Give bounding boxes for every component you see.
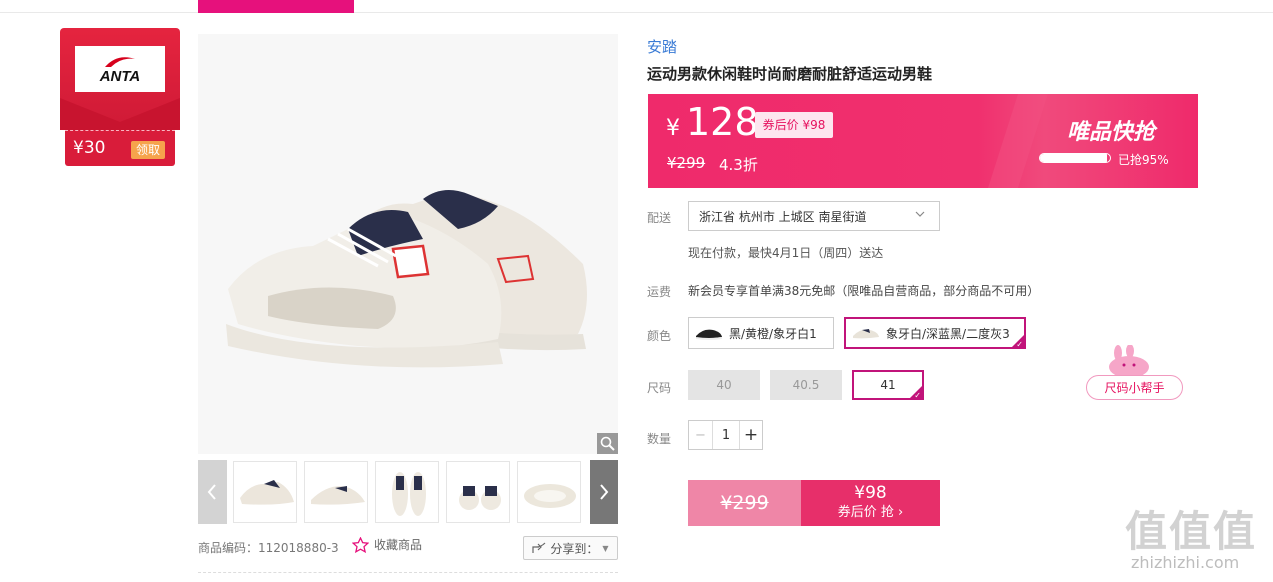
after-coupon-tag: 券后价 ¥98 <box>755 112 833 138</box>
buy-original-price: ¥299 <box>688 480 801 526</box>
coupon-header: ANTA <box>60 28 180 130</box>
thumbnail-2[interactable] <box>304 461 368 523</box>
grab-progress-bar <box>1039 153 1111 163</box>
size-option-40[interactable]: 40 <box>688 370 760 400</box>
coupon-amount: ¥30 <box>73 138 106 158</box>
sneaker-image <box>198 34 618 454</box>
size-option-41[interactable]: 41 ✓ <box>852 370 924 400</box>
quantity-value[interactable]: 1 <box>713 421 739 449</box>
thumbnail-4[interactable] <box>446 461 510 523</box>
buy-button[interactable]: ¥299 ¥98 券后价 抢 › <box>688 480 940 526</box>
active-nav-tab[interactable] <box>198 0 354 13</box>
share-label: 分享到： <box>550 541 599 556</box>
product-sku: 商品编码：112018880-3 <box>198 541 339 555</box>
gallery-divider <box>198 572 618 573</box>
color-option-ivory[interactable]: 象牙白/深蓝黑/二度灰3 ✓ <box>844 317 1026 349</box>
zoom-icon[interactable] <box>597 433 618 454</box>
size-helper-button[interactable]: 尺码小帮手 <box>1086 375 1183 400</box>
chevron-left-icon <box>207 484 216 500</box>
color-swatch-ivory <box>853 329 879 339</box>
product-main-image[interactable] <box>198 34 618 454</box>
quantity-decrease-button[interactable]: − <box>689 421 713 449</box>
thumbnail-1[interactable] <box>233 461 297 523</box>
original-price: ¥299 <box>667 154 706 172</box>
size-label: 尺码 <box>647 381 672 395</box>
share-icon <box>532 542 546 553</box>
thumbnail-5[interactable] <box>517 461 581 523</box>
quantity-stepper[interactable]: − 1 + <box>688 420 763 450</box>
color-option-label: 黑/黄橙/象牙白1 <box>729 326 817 341</box>
brand-link[interactable]: 安踏 <box>647 36 677 57</box>
thumb-next-button[interactable] <box>590 460 618 524</box>
color-option-black[interactable]: 黑/黄橙/象牙白1 <box>688 317 834 349</box>
product-title: 运动男款休闲鞋时尚耐磨耐脏舒适运动男鞋 <box>647 65 933 83</box>
buy-after-price: ¥98 <box>854 483 887 503</box>
discount-rate: 4.3折 <box>719 156 758 174</box>
grab-progress-fill <box>1040 154 1107 162</box>
delivery-label: 配送 <box>647 211 672 225</box>
size-helper-mascot-icon <box>1109 345 1149 377</box>
thumb-prev-button[interactable] <box>198 460 227 524</box>
quantity-increase-button[interactable]: + <box>739 421 762 449</box>
address-select[interactable]: 浙江省 杭州市 上城区 南星街道 <box>688 201 940 231</box>
chevron-right-icon <box>600 484 609 500</box>
brand-coupon[interactable]: ANTA ¥30 领取 <box>60 28 180 166</box>
anta-mark-icon <box>105 56 135 67</box>
price-currency: ¥ <box>666 116 680 141</box>
color-label: 颜色 <box>647 329 672 343</box>
top-divider <box>0 12 1273 13</box>
favorite-button[interactable]: 收藏商品 <box>352 536 422 553</box>
shipping-text: 新会员专享首单满38元免邮（限唯品自营商品，部分商品不可用） <box>688 284 1040 298</box>
chevron-down-icon <box>915 210 925 221</box>
check-icon: ✓ <box>914 391 921 400</box>
delivery-note: 现在付款，最快4月1日（周四）送达 <box>688 246 884 260</box>
flash-sale-title: 唯品快抢 <box>1067 120 1156 145</box>
coupon-footer: ¥30 领取 <box>65 130 175 166</box>
shipping-label: 运费 <box>647 285 672 299</box>
coupon-fold-shape <box>60 98 180 130</box>
buy-after-coupon[interactable]: ¥98 券后价 抢 › <box>801 480 940 526</box>
check-icon: ✓ <box>1016 340 1023 349</box>
size-option-40-5[interactable]: 40.5 <box>770 370 842 400</box>
current-price: 128 <box>686 100 759 144</box>
anta-logo-text: ANTA <box>99 67 141 85</box>
price-panel: ¥ 128 券后价 ¥98 ¥299 4.3折 唯品快抢 已抢95% <box>648 94 1198 188</box>
grab-percent-label: 已抢95% <box>1118 153 1169 167</box>
favorite-label: 收藏商品 <box>374 538 423 552</box>
caret-down-icon: ▼ <box>602 543 609 553</box>
claim-coupon-button[interactable]: 领取 <box>131 141 165 159</box>
watermark-url: zhizhizhi.com <box>1131 553 1240 572</box>
anta-logo: ANTA <box>75 46 165 92</box>
share-dropdown[interactable]: 分享到： ▼ <box>523 536 618 560</box>
size-option-label: 41 <box>880 378 896 392</box>
site-watermark: 值值值 zhizhizhi.com <box>1125 498 1258 572</box>
star-icon <box>352 536 369 553</box>
color-swatch-black <box>695 329 723 340</box>
color-option-label: 象牙白/深蓝黑/二度灰3 <box>886 326 1010 341</box>
address-value: 浙江省 杭州市 上城区 南星街道 <box>699 209 867 224</box>
buy-after-label: 券后价 抢 › <box>837 505 904 520</box>
thumbnail-3[interactable] <box>375 461 439 523</box>
quantity-label: 数量 <box>647 432 672 446</box>
watermark-text: 值值值 <box>1125 507 1258 556</box>
